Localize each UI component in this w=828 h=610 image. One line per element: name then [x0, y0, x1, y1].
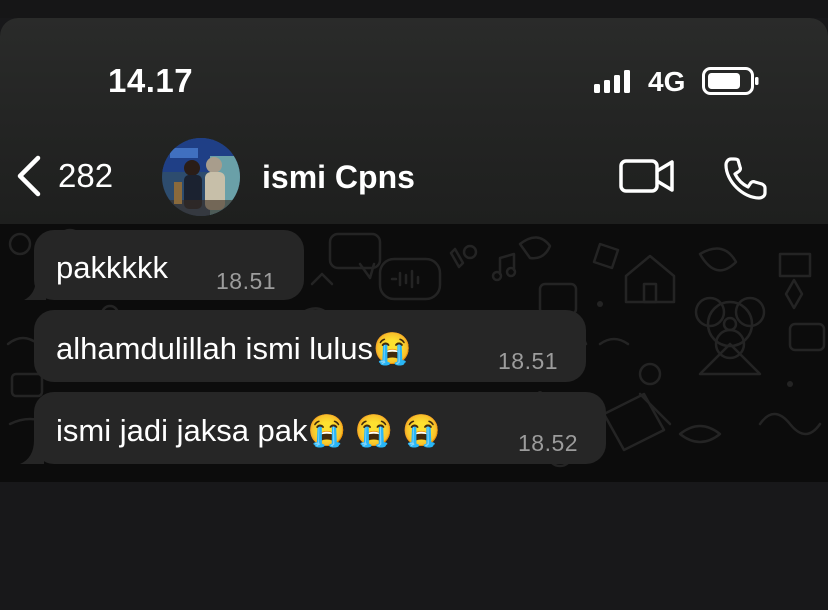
- contact-avatar[interactable]: [162, 138, 240, 216]
- phone-icon[interactable]: [722, 154, 770, 202]
- signal-bar: [594, 84, 600, 93]
- battery-icon: [702, 67, 759, 95]
- message-bubble[interactable]: pakkkkk 18.51: [24, 230, 304, 300]
- top-strip: [0, 0, 828, 18]
- signal-icon: [594, 69, 634, 93]
- bubble-tail: [20, 440, 44, 464]
- message-text: ismi jadi jaksa pak😭 😭 😭: [56, 413, 441, 448]
- message-time: 18.51: [216, 268, 277, 294]
- status-time: 14.17: [108, 62, 194, 99]
- chevron-left-icon: [17, 155, 41, 197]
- message-text: alhamdulillah ismi lulus😭: [56, 331, 412, 366]
- chat-header: 14.17 4G 282 ismi Cpns: [0, 18, 828, 224]
- message-bubble[interactable]: ismi jadi jaksa pak😭 😭 😭 18.52: [20, 392, 606, 464]
- contact-name[interactable]: ismi Cpns: [262, 159, 415, 196]
- screenshot-frame: 14.17 4G 282 ismi Cpns pakkkkk 18.51 alh…: [0, 0, 828, 610]
- message-time: 18.51: [498, 348, 559, 374]
- signal-bar: [614, 75, 620, 93]
- signal-bar: [624, 70, 630, 93]
- network-type: 4G: [648, 66, 686, 97]
- bubble-tail: [24, 278, 46, 300]
- signal-bar: [604, 80, 610, 93]
- chat-area[interactable]: pakkkkk 18.51 alhamdulillah ismi lulus😭 …: [0, 224, 828, 482]
- unread-count: 282: [58, 157, 114, 194]
- message-bubble[interactable]: alhamdulillah ismi lulus😭 18.51: [34, 310, 586, 382]
- phone-screen: 14.17 4G 282 ismi Cpns pakkkkk 18.51 alh…: [0, 18, 828, 482]
- back-button[interactable]: 282: [14, 154, 113, 198]
- message-text: pakkkkk: [56, 250, 168, 285]
- battery-fill: [708, 73, 740, 89]
- message-time: 18.52: [518, 430, 579, 456]
- bottom-area: [0, 482, 828, 610]
- video-camera-icon[interactable]: [618, 156, 676, 196]
